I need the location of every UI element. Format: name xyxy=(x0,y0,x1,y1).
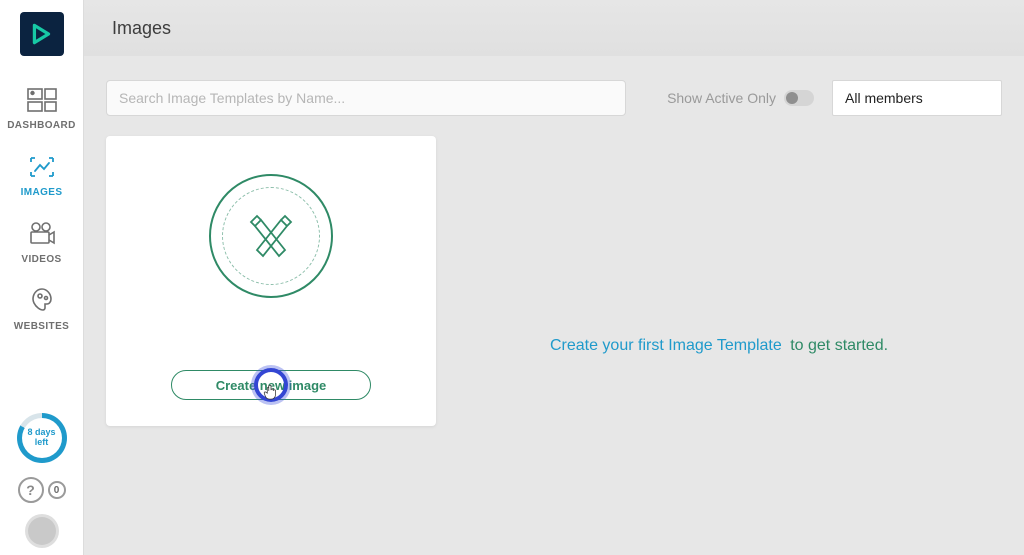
empty-state-message: Create your first Image Template to get … xyxy=(436,136,1002,555)
play-arrow-icon xyxy=(29,21,55,47)
sidebar-item-label: DASHBOARD xyxy=(7,120,76,131)
create-button-label: Create new image xyxy=(216,378,327,393)
trial-days-label: 8 days left xyxy=(22,418,62,458)
sidebar-item-websites[interactable]: WEBSITES xyxy=(6,277,78,344)
sidebar: DASHBOARD IMAGES VIDEOS xyxy=(0,0,84,555)
dashboard-icon xyxy=(26,86,58,114)
show-active-toggle[interactable] xyxy=(784,90,814,106)
sidebar-item-videos[interactable]: VIDEOS xyxy=(6,210,78,277)
sidebar-item-label: VIDEOS xyxy=(21,254,61,265)
trial-days-ring[interactable]: 8 days left xyxy=(17,413,67,463)
page-header: Images xyxy=(84,0,1024,56)
show-active-toggle-wrap: Show Active Only xyxy=(667,90,814,106)
sidebar-item-label: WEBSITES xyxy=(14,321,69,332)
create-image-card: Create new image xyxy=(106,136,436,426)
search-input[interactable] xyxy=(106,80,626,116)
sidebar-item-images[interactable]: IMAGES xyxy=(6,143,78,210)
images-icon xyxy=(26,153,58,181)
create-new-image-button[interactable]: Create new image xyxy=(171,370,371,400)
websites-icon xyxy=(26,287,58,315)
sidebar-item-label: IMAGES xyxy=(21,187,63,198)
help-count-badge: 0 xyxy=(48,481,66,499)
brush-pencil-icon xyxy=(243,208,299,264)
show-active-label: Show Active Only xyxy=(667,90,776,106)
page-title: Images xyxy=(112,18,171,39)
member-filter-select[interactable]: All members xyxy=(832,80,1002,116)
sidebar-bottom: 8 days left ? 0 xyxy=(0,413,83,555)
help-button[interactable]: ? 0 xyxy=(18,477,66,503)
avatar[interactable] xyxy=(28,517,56,545)
toolbar: Show Active Only All members xyxy=(106,56,1002,136)
app-logo[interactable] xyxy=(20,12,64,56)
help-icon: ? xyxy=(18,477,44,503)
empty-state-suffix: to get started. xyxy=(786,337,888,354)
main: Images Show Active Only All members Crea… xyxy=(84,0,1024,555)
create-illustration xyxy=(209,174,333,298)
sidebar-item-dashboard[interactable]: DASHBOARD xyxy=(6,76,78,143)
content: Create new image Create your first Image… xyxy=(84,136,1024,555)
create-first-template-link[interactable]: Create your first Image Template xyxy=(550,337,782,354)
videos-icon xyxy=(26,220,58,248)
member-filter-value: All members xyxy=(845,90,923,106)
